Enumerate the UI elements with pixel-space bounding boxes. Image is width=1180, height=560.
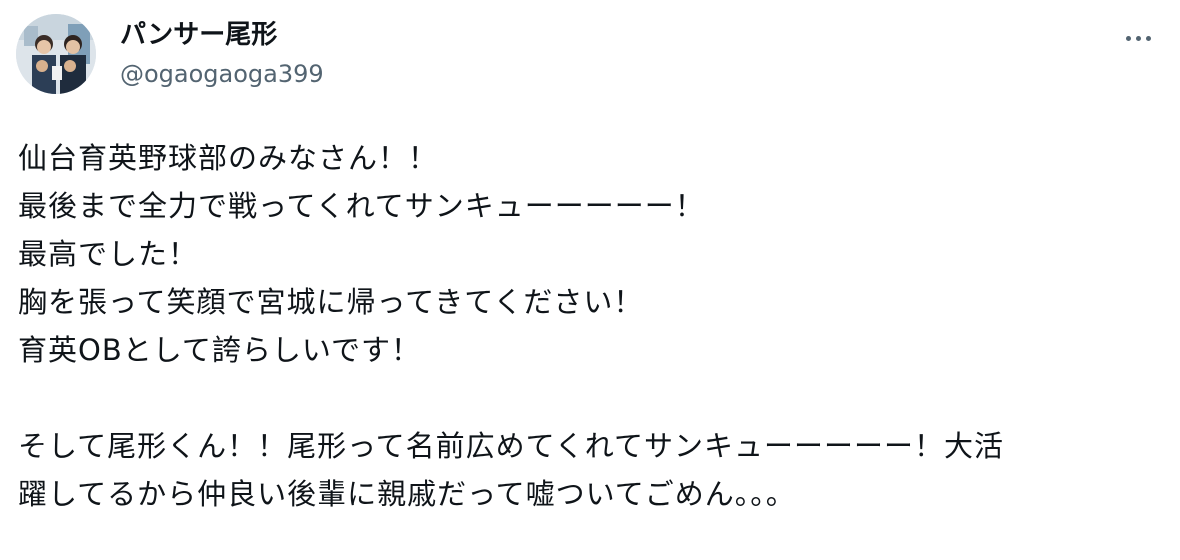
author-display-name[interactable]: パンサー尾形 xyxy=(120,18,324,52)
tweet-header: パンサー尾形 @ogaogaoga399 xyxy=(16,14,1164,96)
more-dot xyxy=(1136,36,1141,41)
tweet-card: パンサー尾形 @ogaogaoga399 仙台育英野球部のみなさん！！ 最後まで… xyxy=(0,0,1180,560)
author-handle[interactable]: @ogaogaoga399 xyxy=(120,58,324,90)
more-dot xyxy=(1126,36,1131,41)
tweet-text-line: そして尾形くん！！尾形って名前広めてくれてサンキューーーーー！大活 xyxy=(18,429,1004,463)
author-names: パンサー尾形 @ogaogaoga399 xyxy=(120,18,324,90)
tweet-text-line: 仙台育英野球部のみなさん！！ xyxy=(18,141,439,175)
tweet-text: 仙台育英野球部のみなさん！！ 最後まで全力で戦ってくれてサンキューーーーー！ 最… xyxy=(18,134,1168,518)
tweet-text-line: 胸を張って笑顔で宮城に帰ってきてください！ xyxy=(18,285,644,319)
avatar[interactable] xyxy=(16,14,96,94)
tweet-text-line: 最高でした！ xyxy=(18,237,199,271)
tweet-text-line: 躍してるから仲良い後輩に親戚だって嘘ついてごめん。。。 xyxy=(18,477,796,511)
more-dot xyxy=(1146,36,1151,41)
tweet-text-line: 最後まで全力で戦ってくれてサンキューーーーー！ xyxy=(18,189,705,223)
more-horizontal-icon[interactable] xyxy=(1124,28,1154,48)
avatar-photo-icon xyxy=(16,14,96,94)
tweet-text-line: 育英OBとして誇らしいです！ xyxy=(18,333,421,367)
